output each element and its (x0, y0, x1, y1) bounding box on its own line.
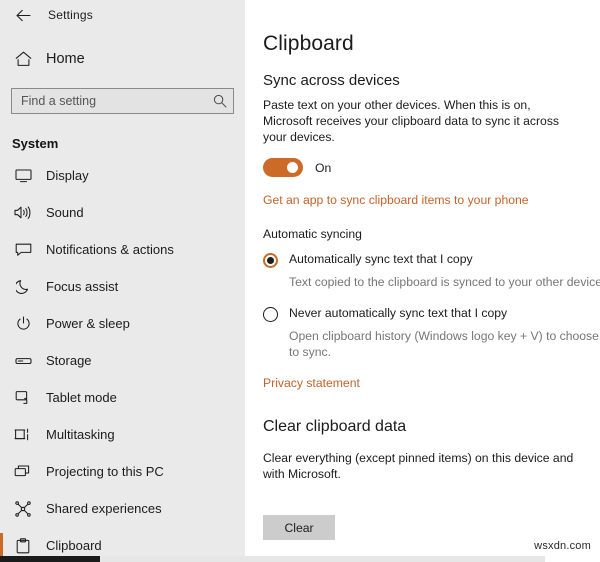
sidebar-item-power-sleep[interactable]: Power & sleep (0, 305, 245, 342)
title-bar: Settings (0, 0, 245, 30)
selection-accent (0, 163, 3, 188)
selection-accent (0, 311, 3, 336)
radio-button-auto-sync[interactable] (263, 253, 278, 268)
toggle-knob (287, 162, 298, 173)
sidebar-item-home-label: Home (46, 51, 85, 67)
selection-accent (0, 459, 3, 484)
sidebar-item-label: Notifications & actions (46, 242, 174, 257)
radio-description-auto-sync: Text copied to the clipboard is synced t… (289, 275, 600, 289)
horizontal-scrollbar[interactable] (0, 556, 545, 562)
sync-toggle-row: On (263, 158, 600, 177)
sidebar-item-sound[interactable]: Sound (0, 194, 245, 231)
privacy-statement-link[interactable]: Privacy statement (263, 376, 360, 390)
settings-window: Settings Home System (0, 0, 600, 562)
page-title: Clipboard (263, 32, 354, 55)
sidebar-item-projecting[interactable]: Projecting to this PC (0, 453, 245, 490)
content-pane: Clipboard Sync across devices Paste text… (245, 0, 600, 562)
monitor-icon (12, 165, 34, 187)
radio-description-never-sync: Open clipboard history (Windows logo key… (289, 329, 600, 359)
scrollbar-thumb[interactable] (0, 556, 100, 562)
selection-accent (0, 237, 3, 262)
automatic-syncing-label: Automatic syncing (263, 227, 362, 241)
sidebar-item-label: Display (46, 168, 89, 183)
clipboard-icon (12, 535, 34, 557)
radio-label: Never automatically sync text that I cop… (289, 306, 508, 320)
sidebar-item-tablet-mode[interactable]: Tablet mode (0, 379, 245, 416)
sidebar-item-label: Tablet mode (46, 390, 117, 405)
get-app-link[interactable]: Get an app to sync clipboard items to yo… (263, 193, 529, 207)
search-icon[interactable] (213, 94, 227, 108)
home-icon (12, 48, 34, 70)
selection-accent (0, 422, 3, 447)
search-input[interactable] (21, 90, 213, 112)
sidebar-item-label: Clipboard (46, 538, 102, 553)
radio-button-never-sync[interactable] (263, 307, 278, 322)
selection-accent (0, 348, 3, 373)
sidebar-nav: Display Sound Notifications & actions Fo… (0, 157, 245, 562)
sidebar-item-label: Storage (46, 353, 92, 368)
sidebar-item-label: Shared experiences (46, 501, 162, 516)
sidebar-item-focus-assist[interactable]: Focus assist (0, 268, 245, 305)
radio-label: Automatically sync text that I copy (289, 252, 473, 266)
search-box[interactable] (11, 88, 234, 114)
tablet-icon (12, 387, 34, 409)
sidebar-item-label: Sound (46, 205, 84, 220)
sidebar-item-storage[interactable]: Storage (0, 342, 245, 379)
sidebar-section-title: System (12, 136, 59, 151)
notification-icon (12, 239, 34, 261)
sidebar: Settings Home System (0, 0, 245, 562)
multitasking-icon (12, 424, 34, 446)
clear-section-heading: Clear clipboard data (263, 418, 407, 435)
selection-accent (0, 274, 3, 299)
sidebar-item-shared-experiences[interactable]: Shared experiences (0, 490, 245, 527)
radio-option-never-sync[interactable]: Never automatically sync text that I cop… (263, 306, 600, 322)
selection-accent (0, 533, 3, 558)
power-icon (12, 313, 34, 335)
speaker-icon (12, 202, 34, 224)
sync-toggle-state: On (315, 160, 332, 175)
sidebar-item-label: Power & sleep (46, 316, 130, 331)
watermark: wsxdn.com (534, 540, 591, 552)
selection-accent (0, 385, 3, 410)
sidebar-item-label: Focus assist (46, 279, 119, 294)
sidebar-item-multitasking[interactable]: Multitasking (0, 416, 245, 453)
project-screen-icon (12, 461, 34, 483)
clear-button[interactable]: Clear (263, 515, 335, 541)
app-title: Settings (48, 8, 93, 22)
back-arrow-icon[interactable] (8, 2, 38, 28)
sidebar-item-label: Multitasking (46, 427, 115, 442)
sidebar-item-label: Projecting to this PC (46, 464, 164, 479)
sidebar-item-notifications[interactable]: Notifications & actions (0, 231, 245, 268)
radio-option-auto-sync[interactable]: Automatically sync text that I copy (263, 252, 600, 268)
sync-section-heading: Sync across devices (263, 72, 400, 89)
share-nodes-icon (12, 498, 34, 520)
sidebar-item-display[interactable]: Display (0, 157, 245, 194)
sync-toggle[interactable] (263, 158, 303, 177)
moon-icon (12, 276, 34, 298)
drive-icon (12, 350, 34, 372)
sync-section-description: Paste text on your other devices. When t… (263, 98, 560, 144)
clear-section-description: Clear everything (except pinned items) o… (263, 451, 574, 481)
sidebar-item-home[interactable]: Home (0, 42, 245, 76)
selection-accent (0, 200, 3, 225)
selection-accent (0, 496, 3, 521)
